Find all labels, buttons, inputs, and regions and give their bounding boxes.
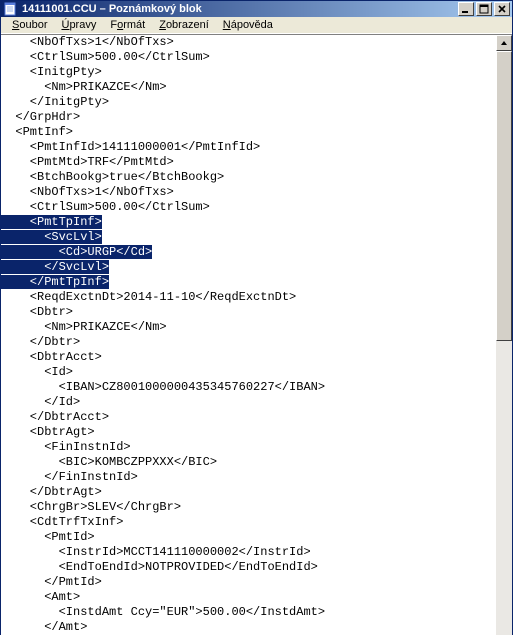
- editor-line[interactable]: </SvcLvl>: [1, 260, 495, 275]
- client-area: <NbOfTxs>1</NbOfTxs> <CtrlSum>500.00</Ct…: [1, 34, 512, 635]
- editor-line[interactable]: <PmtInf>: [1, 125, 495, 140]
- scroll-track-vertical[interactable]: [496, 51, 512, 635]
- editor-line[interactable]: <IBAN>CZ8001000000435345760227</IBAN>: [1, 380, 495, 395]
- editor-line[interactable]: <ChrgBr>SLEV</ChrgBr>: [1, 500, 495, 515]
- editor-line[interactable]: <Nm>PRIKAZCE</Nm>: [1, 80, 495, 95]
- editor-line[interactable]: </Amt>: [1, 620, 495, 635]
- editor-line[interactable]: <DbtrAcct>: [1, 350, 495, 365]
- editor-line[interactable]: <NbOfTxs>1</NbOfTxs>: [1, 35, 495, 50]
- editor-line[interactable]: </Id>: [1, 395, 495, 410]
- editor-line[interactable]: </GrpHdr>: [1, 110, 495, 125]
- notepad-window: 14111001.CCU – Poznámkový blok SouborÚpr…: [0, 0, 513, 635]
- editor-line[interactable]: </DbtrAcct>: [1, 410, 495, 425]
- editor-line[interactable]: <PmtInfId>14111000001</PmtInfId>: [1, 140, 495, 155]
- minimize-button[interactable]: [458, 2, 474, 16]
- editor-line[interactable]: <InstdAmt Ccy="EUR">500.00</InstdAmt>: [1, 605, 495, 620]
- title-buttons: [458, 2, 512, 16]
- editor-line[interactable]: <CtrlSum>500.00</CtrlSum>: [1, 50, 495, 65]
- scroll-thumb-vertical[interactable]: [496, 51, 512, 341]
- menu-item[interactable]: Zobrazení: [152, 17, 216, 33]
- editor-line[interactable]: <BIC>KOMBCZPPXXX</BIC>: [1, 455, 495, 470]
- editor-line[interactable]: <PmtMtd>TRF</PmtMtd>: [1, 155, 495, 170]
- editor-line[interactable]: <Amt>: [1, 590, 495, 605]
- menu-item[interactable]: Úpravy: [54, 17, 103, 33]
- editor-line[interactable]: <ReqdExctnDt>2014-11-10</ReqdExctnDt>: [1, 290, 495, 305]
- vertical-scrollbar[interactable]: [495, 35, 512, 635]
- titlebar[interactable]: 14111001.CCU – Poznámkový blok: [1, 1, 512, 17]
- editor-line[interactable]: <InstrId>MCCT141110000002</InstrId>: [1, 545, 495, 560]
- editor-line[interactable]: <SvcLvl>: [1, 230, 495, 245]
- editor-content[interactable]: <NbOfTxs>1</NbOfTxs> <CtrlSum>500.00</Ct…: [1, 35, 495, 635]
- editor-line[interactable]: <NbOfTxs>1</NbOfTxs>: [1, 185, 495, 200]
- editor-line[interactable]: </InitgPty>: [1, 95, 495, 110]
- menubar: SouborÚpravyFormátZobrazeníNápověda: [1, 17, 512, 34]
- editor-line[interactable]: <Nm>PRIKAZCE</Nm>: [1, 320, 495, 335]
- editor-line[interactable]: </PmtTpInf>: [1, 275, 495, 290]
- notepad-icon: [3, 1, 19, 17]
- editor-line[interactable]: <PmtId>: [1, 530, 495, 545]
- editor-line[interactable]: </PmtId>: [1, 575, 495, 590]
- menu-item[interactable]: Soubor: [5, 17, 54, 33]
- editor-line[interactable]: </Dbtr>: [1, 335, 495, 350]
- editor-line[interactable]: <Dbtr>: [1, 305, 495, 320]
- window-title: 14111001.CCU – Poznámkový blok: [22, 3, 458, 15]
- editor-line[interactable]: <Id>: [1, 365, 495, 380]
- editor-line[interactable]: </DbtrAgt>: [1, 485, 495, 500]
- menu-item[interactable]: Formát: [103, 17, 152, 33]
- editor-line[interactable]: <DbtrAgt>: [1, 425, 495, 440]
- maximize-button[interactable]: [476, 2, 492, 16]
- editor-line[interactable]: <Cd>URGP</Cd>: [1, 245, 495, 260]
- close-button[interactable]: [494, 2, 510, 16]
- menu-item[interactable]: Nápověda: [216, 17, 280, 33]
- text-editor[interactable]: <NbOfTxs>1</NbOfTxs> <CtrlSum>500.00</Ct…: [1, 35, 495, 635]
- scroll-up-button[interactable]: [496, 35, 512, 51]
- editor-line[interactable]: <PmtTpInf>: [1, 215, 495, 230]
- editor-line[interactable]: <FinInstnId>: [1, 440, 495, 455]
- editor-line[interactable]: <InitgPty>: [1, 65, 495, 80]
- editor-line[interactable]: <CdtTrfTxInf>: [1, 515, 495, 530]
- editor-line[interactable]: <BtchBookg>true</BtchBookg>: [1, 170, 495, 185]
- editor-line[interactable]: <EndToEndId>NOTPROVIDED</EndToEndId>: [1, 560, 495, 575]
- editor-line[interactable]: </FinInstnId>: [1, 470, 495, 485]
- editor-line[interactable]: <CtrlSum>500.00</CtrlSum>: [1, 200, 495, 215]
